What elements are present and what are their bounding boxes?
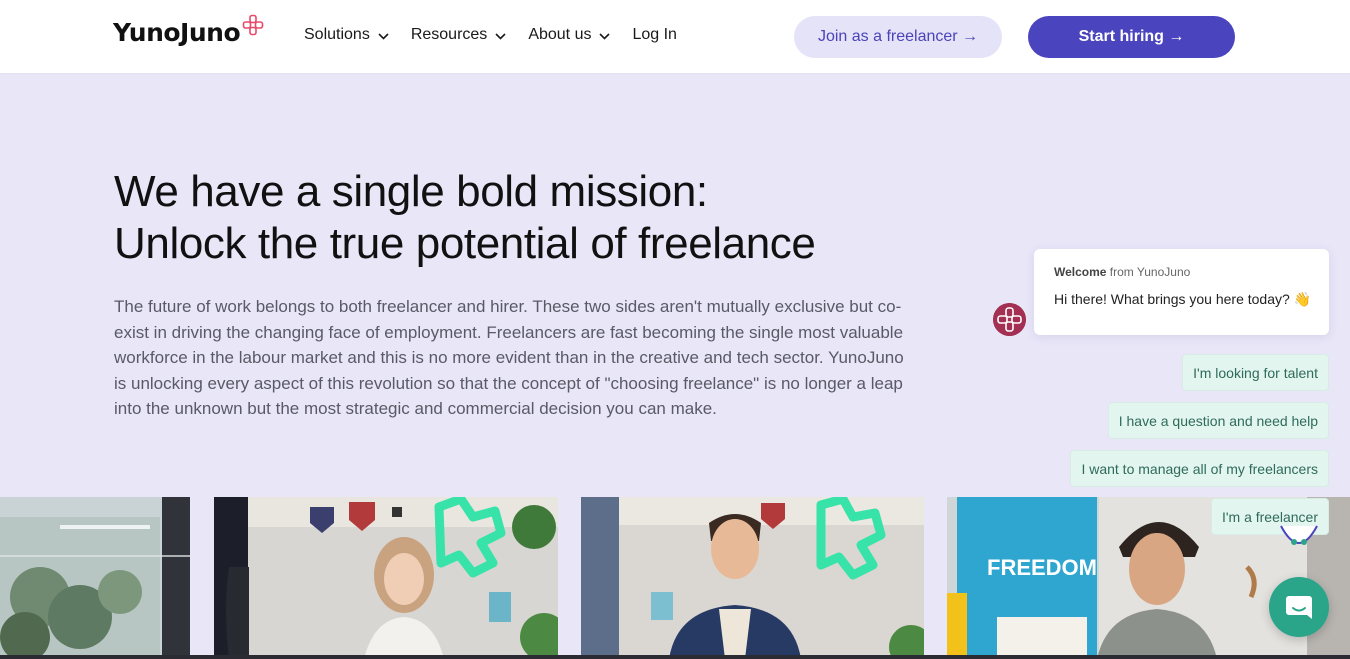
chevron-down-icon [495, 33, 506, 40]
team-member-photo-1 [214, 497, 558, 659]
chat-greeting-message: Hi there! What brings you here today? 👋 [1054, 291, 1312, 307]
login-link[interactable]: Log In [632, 26, 676, 44]
chevron-down-icon [378, 33, 389, 40]
logo[interactable]: YunoJuno [113, 14, 264, 47]
logo-mark-icon [242, 14, 264, 41]
nav-resources-label: Resources [410, 26, 488, 43]
chevron-down-icon [599, 33, 611, 40]
chat-launcher-button[interactable] [1269, 577, 1329, 637]
site-header: YunoJuno Solutions Resources About us Lo… [0, 0, 1350, 74]
join-as-freelancer-button[interactable]: Join as a freelancer → [794, 16, 1002, 58]
chat-bubble-icon [1286, 596, 1312, 619]
bottom-edge-bar [0, 655, 1350, 659]
chat-welcome-label: Welcome [1054, 265, 1107, 279]
nav-about-us[interactable]: About us [528, 26, 611, 44]
hero-title-line-1: We have a single bold mission: [114, 167, 708, 216]
nav-resources[interactable]: Resources [411, 26, 506, 44]
nav-about-us-label: About us [528, 26, 592, 43]
nav-solutions[interactable]: Solutions [304, 26, 389, 44]
nav-solutions-label: Solutions [304, 26, 370, 43]
hero-description: The future of work belongs to both freel… [114, 297, 904, 419]
main-nav: Solutions Resources About us Log In [304, 26, 677, 44]
team-photos-strip: FREEDOM [0, 497, 1350, 659]
hero-title: We have a single bold mission: Unlock th… [114, 166, 816, 270]
chat-from-label: from YunoJuno [1106, 265, 1191, 279]
office-window-photo [0, 497, 190, 659]
chat-bot-peek-icon [1279, 524, 1319, 554]
start-hiring-button[interactable]: Start hiring → [1028, 16, 1235, 58]
chat-welcome-card: Welcome from YunoJuno Hi there! What bri… [1034, 249, 1329, 335]
chat-reply-question-help[interactable]: I have a question and need help [1107, 402, 1329, 439]
logo-text: YunoJuno [113, 18, 241, 47]
chat-bot-avatar [993, 303, 1026, 336]
chat-sender: Welcome from YunoJuno [1054, 265, 1190, 279]
freedom-poster-text: FREEDOM [987, 555, 1097, 580]
team-member-photo-2 [581, 497, 924, 659]
chat-reply-looking-for-talent[interactable]: I'm looking for talent [1182, 354, 1329, 391]
hero-title-line-2: Unlock the true potential of freelance [114, 219, 816, 268]
chat-reply-manage-freelancers[interactable]: I want to manage all of my freelancers [1070, 450, 1329, 487]
